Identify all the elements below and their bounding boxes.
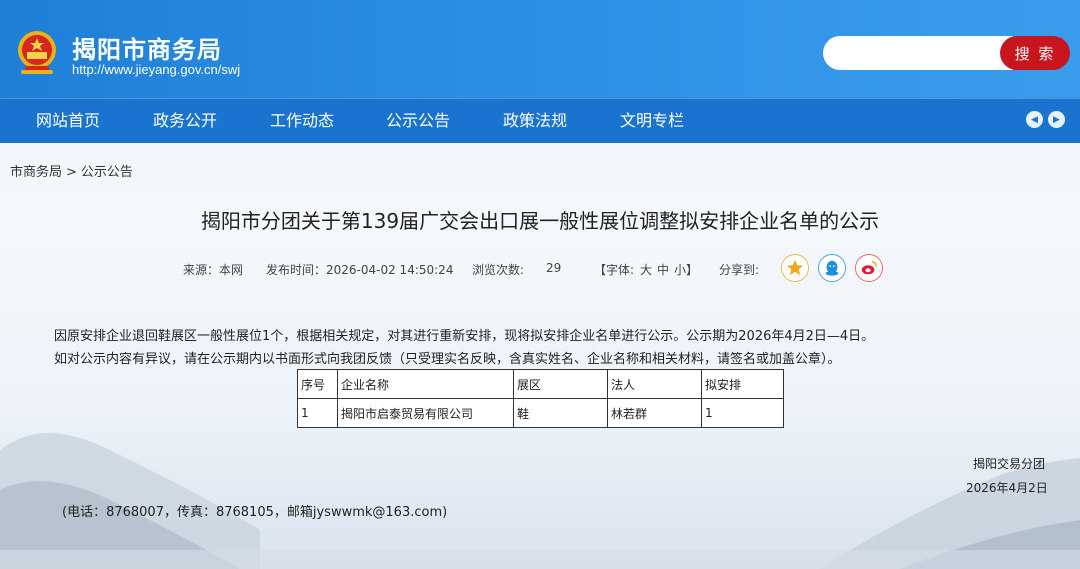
notice-paragraph-1: 因原安排企业退回鞋展区一般性展位1个，根据相关规定，对其进行重新安排，现将拟安排… [54,329,875,344]
contact-info: (电话：8768007，传真：8768105，邮箱jyswwmk@163.com… [62,505,448,520]
table-cell: 1 [297,398,338,428]
views-count: 29 [546,261,562,275]
table-header-cell: 序号 [297,369,338,399]
nav-item-government-affairs[interactable]: 政务公开 [153,99,217,143]
breadcrumb: 市商务局 > 公示公告 [10,161,137,180]
table-header-cell: 企业名称 [337,369,514,399]
signature-date: 2026年4月2日 [966,481,1048,495]
notice-paragraph-2: 如对公示内容有异议，请在公示期内以书面形式向我团反馈（只受理实名反映，含真实姓名… [54,352,841,367]
qq-icon[interactable] [818,254,846,282]
table-cell: 鞋 [513,398,608,428]
publish-time: 发布时间：2026-04-02 14:50:24 [266,263,454,277]
article-title: 揭阳市分团关于第139届广交会出口展一般性展位调整拟安排企业名单的公示 [200,209,880,233]
source-label: 来源：本网 [183,263,244,277]
breadcrumb-home[interactable]: 市商务局 [10,165,62,180]
nav-item-civilization[interactable]: 文明专栏 [620,99,684,143]
table-header-cell: 拟安排 [701,369,784,399]
breadcrumb-separator: > [66,165,77,180]
table-cell: 林若群 [607,398,702,428]
weibo-icon[interactable] [855,254,883,282]
company-table: 序号 企业名称 展区 法人 拟安排 1 揭阳市启泰贸易有限公司 鞋 林若群 1 [297,369,784,428]
emblem-icon [18,31,56,74]
search-button[interactable]: 搜 索 [1000,36,1070,70]
site-title[interactable]: 揭阳市商务局 [72,30,222,65]
font-size-small[interactable]: 小】 [674,261,698,278]
search-input[interactable] [823,36,1013,70]
site-url[interactable]: http://www.jieyang.gov.cn/swj [72,62,240,77]
font-size-large[interactable]: 大 [640,261,652,278]
table-header-cell: 法人 [607,369,702,399]
breadcrumb-current[interactable]: 公示公告 [81,165,133,180]
prev-arrow-icon[interactable]: ◀ [1026,111,1043,128]
font-size-medium[interactable]: 中 [657,261,669,278]
nav-item-announcements[interactable]: 公示公告 [386,99,450,143]
next-arrow-icon[interactable]: ▶ [1048,111,1065,128]
share-label: 分享到: [719,263,760,277]
font-size-label: 【字体: [594,263,635,277]
table-cell: 1 [701,398,784,428]
nav-item-work-news[interactable]: 工作动态 [270,99,334,143]
nav-item-policies[interactable]: 政策法规 [503,99,567,143]
nav-item-home[interactable]: 网站首页 [36,99,100,143]
signature-org: 揭阳交易分团 [973,457,1046,471]
table-header-row: 序号 企业名称 展区 法人 拟安排 [297,369,784,399]
main-nav: 网站首页 政务公开 工作动态 公示公告 政策法规 文明专栏 [0,98,1080,143]
views-label: 浏览次数: [472,263,525,277]
table-row: 1 揭阳市启泰贸易有限公司 鞋 林若群 1 [297,398,784,428]
table-header-cell: 展区 [513,369,608,399]
qzone-star-icon[interactable] [781,254,809,282]
table-cell: 揭阳市启泰贸易有限公司 [337,398,514,428]
